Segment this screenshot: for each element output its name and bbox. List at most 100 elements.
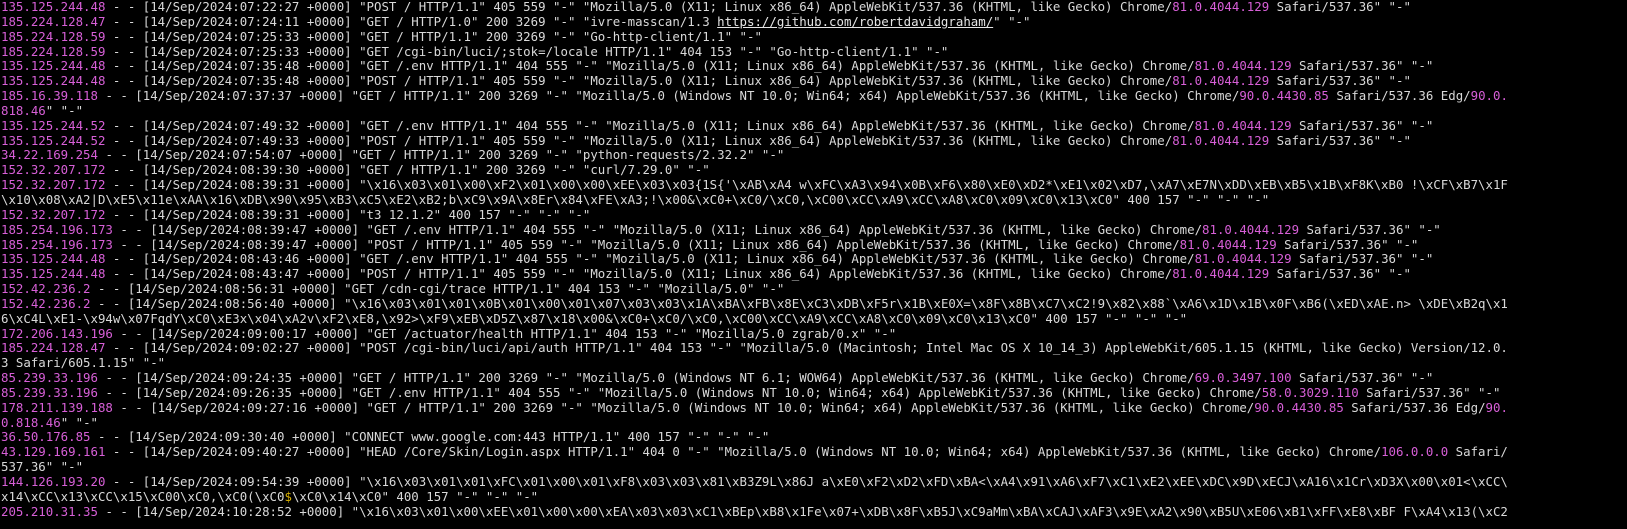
log-line: 85.239.33.196 - - [14/Sep/2024:09:24:35 … xyxy=(1,370,1627,386)
log-line: 178.211.139.188 - - [14/Sep/2024:09:27:1… xyxy=(1,399,1627,416)
browser-version: 90. xyxy=(1485,399,1508,415)
client-ip: 152.42.236.2 xyxy=(1,295,91,311)
browser-version: 81.0.4044.129 xyxy=(1172,0,1270,14)
client-ip: 85.239.33.196 xyxy=(1,384,98,400)
log-line: 537.36" "-" xyxy=(1,459,1627,475)
log-line: 185.224.128.47 - - [14/Sep/2024:07:24:11… xyxy=(1,13,1627,30)
log-line: 185.16.39.118 - - [14/Sep/2024:07:37:37 … xyxy=(1,88,1627,104)
browser-version: 81.0.4044.129 xyxy=(1194,58,1292,74)
log-text: Safari/537.36" "-" xyxy=(1269,132,1411,148)
log-line: 152.32.207.172 - - [14/Sep/2024:08:39:31… xyxy=(1,177,1627,193)
log-line: 185.224.128.59 - - [14/Sep/2024:07:25:33… xyxy=(1,43,1627,60)
log-line: 205.210.31.35 - - [14/Sep/2024:10:28:52 … xyxy=(1,503,1627,520)
browser-version: 818.46 xyxy=(1,102,46,118)
client-ip: 85.239.33.196 xyxy=(1,370,98,386)
browser-version: 81.0.4044.129 xyxy=(1172,266,1270,282)
client-ip: 205.210.31.35 xyxy=(1,503,98,519)
client-ip: 135.125.244.48 xyxy=(1,251,106,267)
client-ip: 172.206.143.196 xyxy=(1,325,113,341)
client-ip: 152.32.207.172 xyxy=(1,177,106,193)
client-ip: 135.125.244.48 xyxy=(1,58,106,74)
log-text: " "-" xyxy=(45,102,84,118)
browser-version: 90.0.4430.85 xyxy=(1239,88,1329,104)
log-line: 185.224.128.47 - - [14/Sep/2024:09:02:27… xyxy=(1,340,1627,356)
client-ip: 36.50.176.85 xyxy=(1,429,91,445)
client-ip: 135.125.244.48 xyxy=(1,73,106,89)
log-line: 6\xC4L\xE1-\x94w\x07FqdY\xC0\xE3x\x04\xA… xyxy=(1,310,1627,327)
terminal-window[interactable]: 135.125.244.48 - - [14/Sep/2024:07:22:27… xyxy=(0,0,1627,529)
log-text: - - [14/Sep/2024:09:54:39 +0000] "\x16\x… xyxy=(105,474,1508,489)
log-line: 185.254.196.173 - - [14/Sep/2024:08:39:4… xyxy=(1,221,1627,238)
log-text: 3 Safari/605.1.15" "-" xyxy=(1,355,166,371)
log-line: 144.126.193.20 - - [14/Sep/2024:09:54:39… xyxy=(1,474,1627,490)
browser-version: 81.0.4044.129 xyxy=(1194,117,1292,133)
log-line: 185.254.196.173 - - [14/Sep/2024:08:39:4… xyxy=(1,236,1627,253)
log-line: 135.125.244.52 - - [14/Sep/2024:07:49:32… xyxy=(1,117,1627,134)
log-text: - - [14/Sep/2024:07:49:33 +0000] "POST /… xyxy=(105,132,1173,148)
log-text: - - [14/Sep/2024:07:24:11 +0000] "GET / … xyxy=(105,13,718,29)
client-ip: 135.125.244.48 xyxy=(1,266,106,282)
log-text: - - [14/Sep/2024:08:43:47 +0000] "POST /… xyxy=(105,266,1173,282)
log-text: - - [14/Sep/2024:09:24:35 +0000] "GET / … xyxy=(97,370,1195,386)
client-ip: 185.254.196.173 xyxy=(1,221,113,237)
browser-version: 81.0.4044.129 xyxy=(1194,251,1292,267)
log-line: 135.125.244.48 - - [14/Sep/2024:07:35:48… xyxy=(1,58,1627,74)
client-ip: 34.22.169.254 xyxy=(1,147,98,163)
url-link: https://github.com/robertdavidgraham/ xyxy=(717,13,994,29)
client-ip: 144.126.193.20 xyxy=(1,474,106,489)
log-text: - - [14/Sep/2024:08:39:31 +0000] "\x16\x… xyxy=(105,177,1508,193)
log-text: - - [14/Sep/2024:07:54:07 +0000] "GET / … xyxy=(97,147,785,163)
log-text: Safari/537.36" "-" xyxy=(1276,236,1419,252)
log-text: - - [14/Sep/2024:07:49:32 +0000] "GET /.… xyxy=(105,117,1195,133)
log-text: - - [14/Sep/2024:08:39:47 +0000] "POST /… xyxy=(112,236,1180,252)
client-ip: 178.211.139.188 xyxy=(1,399,113,415)
log-text: - - [14/Sep/2024:07:35:48 +0000] "POST /… xyxy=(105,73,1173,89)
browser-version: 90.0.4430.85 xyxy=(1254,399,1344,415)
log-line: 3 Safari/605.1.15" "-" xyxy=(1,355,1627,371)
log-line: \x10\x08\xA2|D\xE5\x11e\xAA\x16\xDB\x90\… xyxy=(1,192,1627,208)
log-text: Safari/537.36" "-" xyxy=(1269,73,1411,89)
log-text: - - [14/Sep/2024:09:27:16 +0000] "GET / … xyxy=(112,399,1255,415)
log-line: 85.239.33.196 - - [14/Sep/2024:09:26:35 … xyxy=(1,384,1627,401)
log-line: 152.32.207.172 - - [14/Sep/2024:08:39:30… xyxy=(1,162,1627,178)
client-ip: 185.224.128.59 xyxy=(1,28,106,44)
log-text: - - [14/Sep/2024:09:30:40 +0000] "CONNEC… xyxy=(90,429,770,445)
log-text: - - [14/Sep/2024:07:22:27 +0000] "POST /… xyxy=(105,0,1173,14)
log-text: - - [14/Sep/2024:07:25:33 +0000] "GET /c… xyxy=(105,43,949,59)
client-ip: 185.254.196.173 xyxy=(1,236,113,252)
log-line: 135.125.244.48 - - [14/Sep/2024:07:22:27… xyxy=(1,0,1627,15)
log-line: x14\xCC\x13\xCC\x15\xC00\xC0,\xC0(\xC0$\… xyxy=(1,488,1627,505)
log-line: 34.22.169.254 - - [14/Sep/2024:07:54:07 … xyxy=(1,148,1627,163)
log-text: - - [14/Sep/2024:08:39:47 +0000] "GET /.… xyxy=(112,221,1203,237)
log-text: " "-" xyxy=(60,414,98,430)
dollar-char: $ xyxy=(284,488,292,504)
browser-version: 81.0.4044.129 xyxy=(1172,132,1270,148)
client-ip: 185.224.128.47 xyxy=(1,340,106,356)
client-ip: 152.32.207.172 xyxy=(1,206,106,222)
log-text: 6\xC4L\xE1-\x94w\x07FqdY\xC0\xE3x\x04\xA… xyxy=(1,310,1188,326)
client-ip: 185.224.128.59 xyxy=(1,43,106,59)
browser-version: 58.0.3029.110 xyxy=(1261,384,1359,400)
log-text: Safari/537.36" "-" xyxy=(1291,251,1434,267)
client-ip: 135.125.244.52 xyxy=(1,132,106,148)
log-text: - - [14/Sep/2024:09:02:27 +0000] "POST /… xyxy=(105,340,1508,356)
log-text: Safari/537.36" "-" xyxy=(1291,117,1434,133)
log-line: 135.125.244.48 - - [14/Sep/2024:08:43:46… xyxy=(1,251,1627,267)
log-text: Safari/537.36" "-" xyxy=(1269,266,1411,282)
browser-version: 90.0. xyxy=(1470,88,1508,104)
log-text: Safari/537.36" "-" xyxy=(1358,384,1501,400)
log-text: - - [14/Sep/2024:08:39:30 +0000] "GET / … xyxy=(105,162,710,178)
browser-version: 0.818.46 xyxy=(1,414,61,430)
log-text: Safari/537.36" "-" xyxy=(1291,370,1434,386)
client-ip: 152.32.207.172 xyxy=(1,162,106,178)
log-text: - - [14/Sep/2024:08:43:46 +0000] "GET /.… xyxy=(105,251,1195,267)
client-ip: 135.125.244.52 xyxy=(1,117,106,133)
log-line: 152.42.236.2 - - [14/Sep/2024:08:56:31 +… xyxy=(1,281,1627,297)
log-text: Safari/537.36 Edg/ xyxy=(1328,88,1471,104)
log-line: 36.50.176.85 - - [14/Sep/2024:09:30:40 +… xyxy=(1,430,1627,445)
log-text: - - [14/Sep/2024:08:39:31 +0000] "t3 12.… xyxy=(105,206,591,222)
log-line: 152.42.236.2 - - [14/Sep/2024:08:56:40 +… xyxy=(1,295,1627,312)
log-line: 0.818.46" "-" xyxy=(1,414,1627,431)
log-text: Safari/537.36" "-" xyxy=(1291,58,1434,74)
log-text: x14\xCC\x13\xCC\x15\xC00\xC0,\xC0(\xC0 xyxy=(1,488,285,504)
